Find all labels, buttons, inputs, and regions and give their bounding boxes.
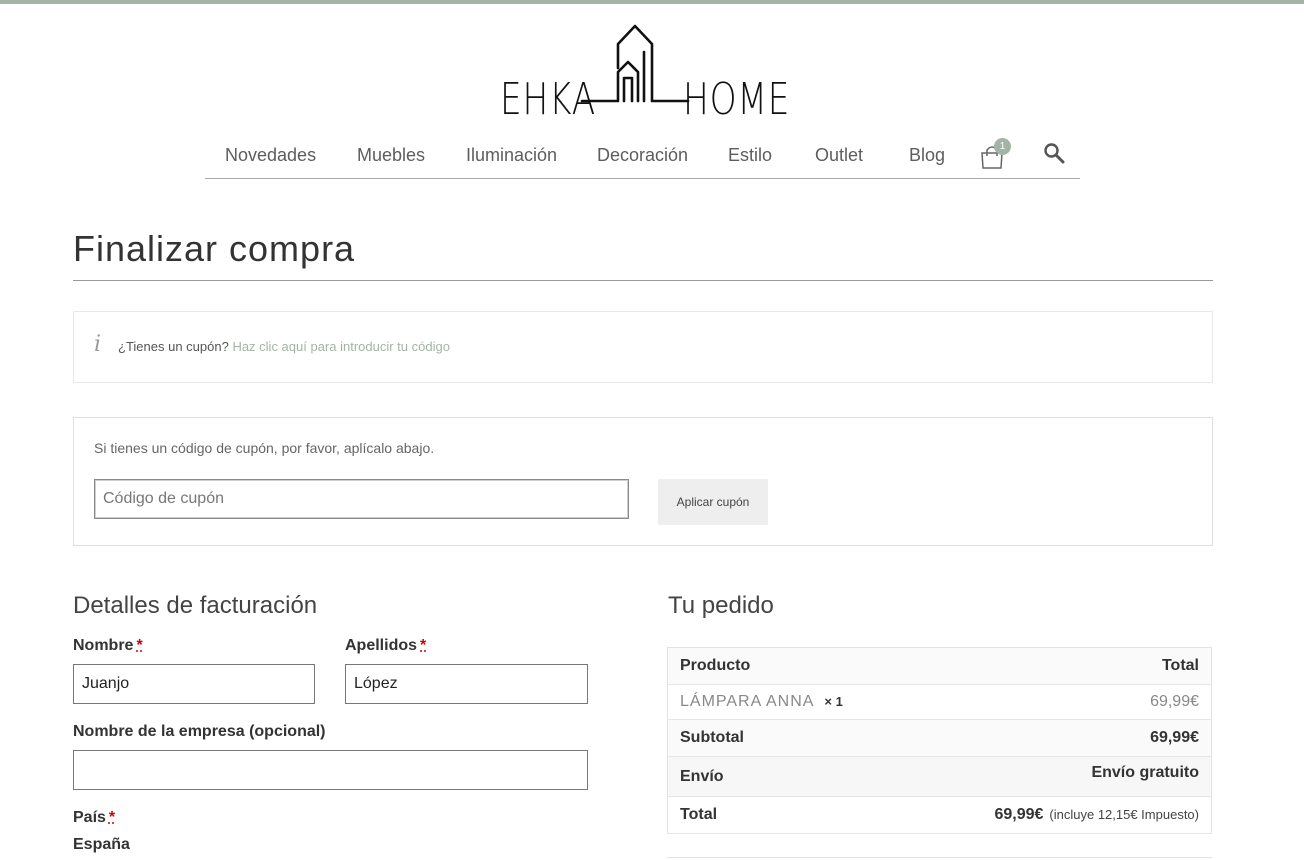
page-title: Finalizar compra: [73, 228, 356, 269]
coupon-form: Si tienes un código de cupón, por favor,…: [73, 417, 1213, 546]
total-label: Total: [667, 796, 913, 834]
search-icon: [1044, 143, 1065, 164]
item-quantity: × 1: [824, 694, 843, 709]
nav-item-outlet[interactable]: Outlet: [815, 145, 863, 166]
shipping-label: Envío: [667, 756, 913, 797]
country-label-text: País: [73, 809, 106, 826]
title-divider: [73, 280, 1213, 281]
last-name-field[interactable]: [345, 664, 588, 704]
billing-title: Detalles de facturación: [73, 592, 318, 619]
search-button[interactable]: [1043, 142, 1067, 166]
shipping-value: Envío gratuito: [912, 756, 1212, 797]
total-cell: 69,99€ (incluye 12,15€ Impuesto): [912, 796, 1212, 834]
required-mark: *: [136, 637, 143, 654]
order-item: LÁMPARA ANNA × 1: [667, 684, 913, 720]
order-bottom-divider: [667, 857, 1212, 858]
company-field[interactable]: [73, 750, 588, 790]
table-row: LÁMPARA ANNA × 1 69,99€: [667, 684, 1212, 720]
cart-button[interactable]: 1: [980, 138, 1014, 170]
total-value: 69,99€: [994, 806, 1044, 823]
total-column-header: Total: [912, 647, 1212, 685]
product-column-header: Producto: [667, 647, 913, 685]
nav-item-iluminacion[interactable]: Iluminación: [466, 145, 557, 166]
house-logo-icon: [580, 24, 690, 103]
subtotal-label: Subtotal: [667, 719, 913, 757]
nav-item-muebles[interactable]: Muebles: [357, 145, 425, 166]
subtotal-value: 69,99€: [912, 719, 1212, 757]
total-row: Total 69,99€ (incluye 12,15€ Impuesto): [667, 796, 1212, 834]
first-name-label-text: Nombre: [73, 637, 134, 654]
first-name-field[interactable]: [73, 664, 315, 704]
table-header-row: Producto Total: [667, 647, 1212, 685]
order-title: Tu pedido: [668, 592, 774, 619]
nav-item-decoracion[interactable]: Decoración: [597, 145, 688, 166]
top-accent-bar: [0, 0, 1304, 4]
country-label: País *: [73, 809, 115, 827]
item-price: 69,99€: [912, 684, 1212, 720]
coupon-notice: i ¿Tienes un cupón? Haz clic aquí para i…: [73, 311, 1213, 383]
order-review-table: Producto Total LÁMPARA ANNA × 1 69,99€ Su…: [667, 647, 1212, 834]
show-coupon-link[interactable]: Haz clic aquí para introducir tu código: [232, 339, 450, 354]
brand-logo[interactable]: EHKA HOME: [498, 22, 789, 122]
tax-note: (incluye 12,15€ Impuesto): [1049, 807, 1199, 822]
first-name-label: Nombre *: [73, 637, 143, 655]
company-label: Nombre de la empresa (opcional): [73, 723, 326, 740]
nav-item-estilo[interactable]: Estilo: [728, 145, 772, 166]
coupon-hint: Si tienes un código de cupón, por favor,…: [94, 440, 435, 456]
subtotal-row: Subtotal 69,99€: [667, 719, 1212, 757]
last-name-label: Apellidos *: [345, 637, 426, 655]
apply-coupon-button[interactable]: Aplicar cupón: [658, 479, 768, 525]
info-icon: i: [94, 332, 102, 357]
coupon-notice-text: ¿Tienes un cupón? Haz clic aquí para int…: [118, 339, 450, 354]
nav-item-blog[interactable]: Blog: [909, 145, 945, 166]
shipping-row: Envío Envío gratuito: [667, 756, 1212, 797]
logo-word-right: HOME: [683, 74, 791, 125]
cart-count-badge: 1: [994, 138, 1011, 155]
item-name: LÁMPARA ANNA: [680, 693, 815, 710]
coupon-question: ¿Tienes un cupón?: [118, 339, 229, 354]
required-mark: *: [420, 637, 427, 654]
country-value: España: [73, 836, 130, 853]
coupon-code-input[interactable]: [94, 479, 629, 519]
main-nav: Novedades Muebles Iluminación Decoración…: [205, 134, 1080, 179]
last-name-label-text: Apellidos: [345, 637, 418, 654]
nav-item-novedades[interactable]: Novedades: [225, 145, 316, 166]
required-mark: *: [108, 809, 116, 826]
